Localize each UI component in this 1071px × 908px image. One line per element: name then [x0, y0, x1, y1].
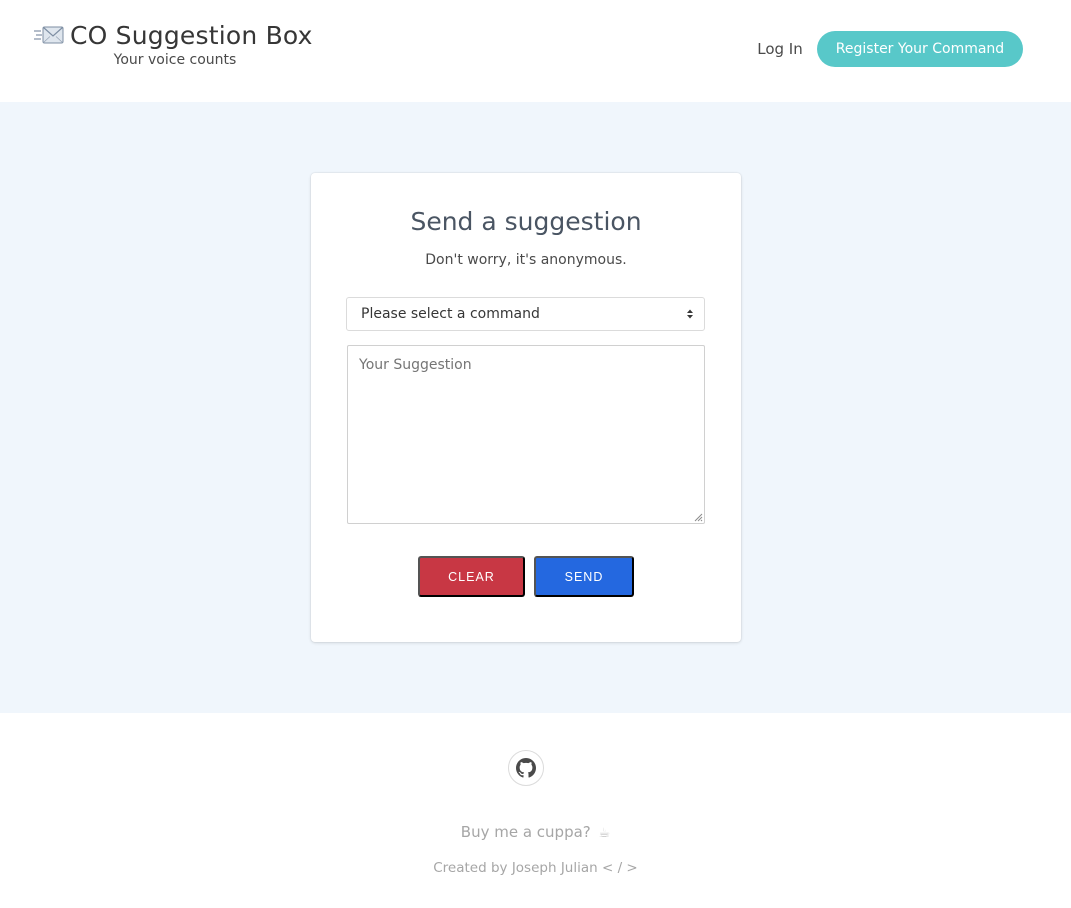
form-title: Send a suggestion	[410, 207, 642, 236]
site-footer: Buy me a cuppa? ☕ Created by Joseph Juli…	[0, 713, 1071, 908]
suggestion-form-card: Send a suggestion Don't worry, it's anon…	[311, 173, 741, 642]
envelope-icon	[34, 26, 64, 44]
suggestion-placeholder: Your Suggestion	[359, 357, 472, 373]
coffee-cup-icon: ☕	[598, 826, 611, 841]
brand-row: CO Suggestion Box	[34, 18, 334, 52]
form-subtitle: Don't worry, it's anonymous.	[425, 252, 627, 268]
site-header: CO Suggestion Box Your voice counts Log …	[0, 0, 1071, 102]
send-button[interactable]: SEND	[534, 556, 634, 597]
main-section: Send a suggestion Don't worry, it's anon…	[0, 102, 1071, 713]
buy-me-a-cuppa-link[interactable]: Buy me a cuppa?	[461, 823, 591, 841]
github-icon	[516, 758, 536, 778]
buy-me-a-cuppa: Buy me a cuppa? ☕	[0, 823, 1071, 841]
login-link[interactable]: Log In	[746, 38, 814, 60]
suggestion-textarea[interactable]: Your Suggestion	[347, 345, 705, 524]
resize-handle-icon[interactable]	[693, 512, 703, 522]
command-select[interactable]: Please select a command	[346, 297, 705, 331]
brand[interactable]: CO Suggestion Box Your voice counts	[34, 18, 334, 68]
github-link[interactable]	[508, 750, 544, 786]
footer-credit: Created by Joseph Julian < / >	[433, 860, 638, 876]
clear-button[interactable]: CLEAR	[418, 556, 525, 597]
register-command-button[interactable]: Register Your Command	[817, 31, 1023, 67]
select-arrows-icon	[687, 309, 693, 319]
site-title: CO Suggestion Box	[70, 20, 313, 50]
command-select-value: Please select a command	[361, 306, 540, 322]
site-tagline: Your voice counts	[113, 52, 237, 68]
